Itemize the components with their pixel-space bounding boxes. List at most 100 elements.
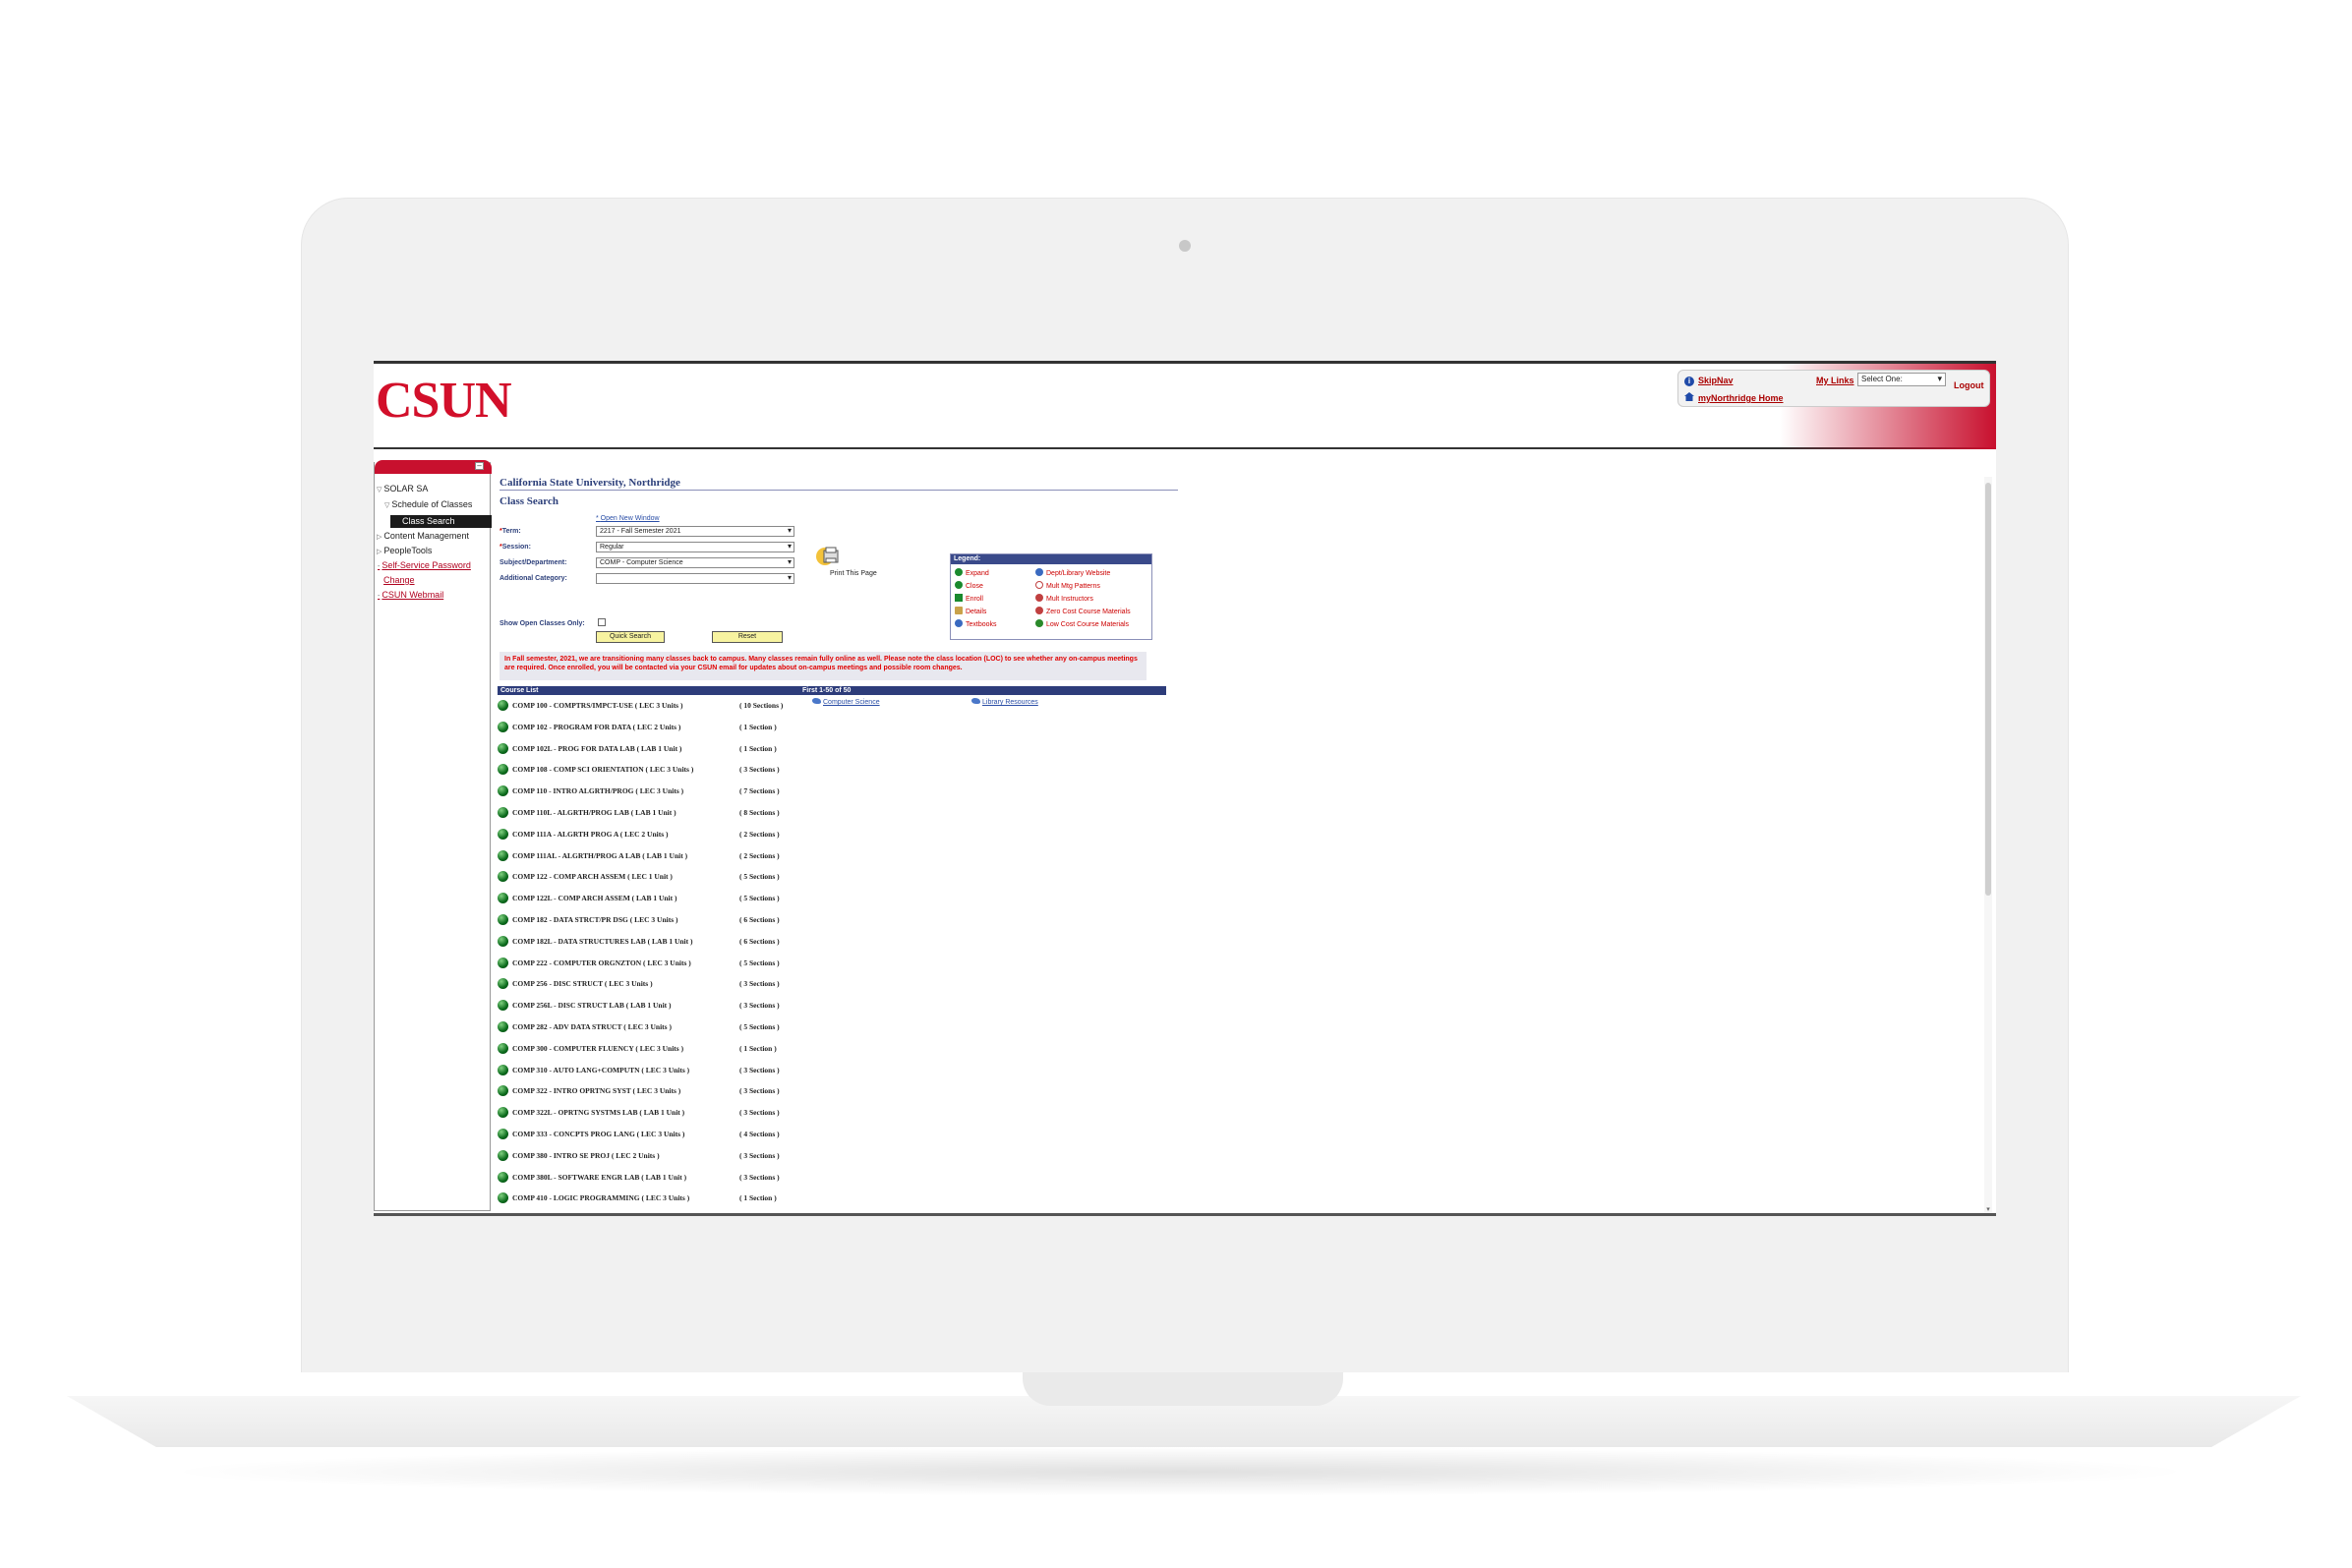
course-row[interactable]: COMP 100 - COMPTRS/IMPCT-USE ( LEC 3 Uni… [498, 698, 871, 712]
course-row[interactable]: COMP 222 - COMPUTER ORGNZTON ( LEC 3 Uni… [498, 956, 871, 969]
sidebar-item-solar-sa[interactable]: ▽ SOLAR SA [377, 484, 428, 494]
expand-icon[interactable] [498, 1149, 508, 1161]
term-label: *Term: [500, 528, 521, 535]
expand-icon[interactable] [498, 1021, 508, 1032]
course-row[interactable]: COMP 322 - INTRO OPRTNG SYST ( LEC 3 Uni… [498, 1083, 871, 1097]
scroll-thumb[interactable] [1985, 483, 1991, 896]
quick-search-button[interactable]: Quick Search [596, 631, 665, 643]
course-row[interactable]: COMP 182L - DATA STRUCTURES LAB ( LAB 1 … [498, 934, 871, 948]
expand-icon[interactable] [498, 764, 508, 776]
collapse-icon[interactable]: – [475, 462, 484, 470]
course-sections: ( 5 Sections ) [739, 1022, 780, 1031]
course-row[interactable]: COMP 108 - COMP SCI ORIENTATION ( LEC 3 … [498, 762, 871, 776]
course-sections: ( 3 Sections ) [739, 1172, 780, 1182]
expand-icon[interactable] [498, 1000, 508, 1012]
sidebar-item-schedule[interactable]: ▽ Schedule of Classes [384, 499, 472, 509]
csun-logo[interactable]: CSUN [376, 372, 512, 430]
print-icon[interactable] [816, 546, 844, 567]
expand-icon[interactable] [498, 721, 508, 732]
course-row[interactable]: COMP 111AL - ALGRTH/PROG A LAB ( LAB 1 U… [498, 848, 871, 862]
page-header: CSUN i SkipNav myNorthridge Home My Links… [374, 364, 1996, 449]
library-link-label: Library Resources [982, 699, 1038, 706]
expand-icon[interactable] [498, 1042, 508, 1054]
details-icon [955, 607, 963, 614]
legend-label: Low Cost Course Materials [1046, 621, 1130, 628]
course-row[interactable]: COMP 102L - PROG FOR DATA LAB ( LAB 1 Un… [498, 741, 871, 755]
textbooks-icon [955, 619, 963, 627]
expand-icon[interactable] [498, 935, 508, 947]
course-row[interactable]: COMP 182 - DATA STRCT/PR DSG ( LEC 3 Uni… [498, 912, 871, 926]
course-row[interactable]: COMP 256L - DISC STRUCT LAB ( LAB 1 Unit… [498, 998, 871, 1012]
expand-icon[interactable] [498, 1192, 508, 1204]
expand-icon[interactable] [498, 828, 508, 840]
course-row[interactable]: COMP 111A - ALGRTH PROG A ( LEC 2 Units … [498, 827, 871, 841]
my-links-select[interactable]: Select One: [1857, 373, 1946, 386]
course-row[interactable]: COMP 110L - ALGRTH/PROG LAB ( LAB 1 Unit… [498, 805, 871, 819]
open-new-window-link[interactable]: * Open New Window [596, 515, 660, 522]
course-row[interactable]: COMP 310 - AUTO LANG+COMPUTN ( LEC 3 Uni… [498, 1063, 871, 1076]
course-row[interactable]: COMP 424 - COMP SYSTM SECRTY ( LEC 3 Uni… [498, 1212, 871, 1216]
expand-icon[interactable] [498, 914, 508, 925]
course-row[interactable]: COMP 256 - DISC STRUCT ( LEC 3 Units ) ( … [498, 976, 871, 990]
course-row[interactable]: COMP 282 - ADV DATA STRUCT ( LEC 3 Units… [498, 1019, 871, 1033]
course-row[interactable]: COMP 122L - COMP ARCH ASSEM ( LAB 1 Unit… [498, 891, 871, 904]
sidebar-item-peopletools[interactable]: ▷ PeopleTools [377, 546, 432, 555]
expand-icon[interactable] [498, 1129, 508, 1139]
scroll-down-arrow[interactable]: ▾ [1984, 1205, 1992, 1213]
library-resources-link[interactable]: Library Resources [971, 698, 1038, 706]
course-row[interactable]: COMP 380L - SOFTWARE ENGR LAB ( LAB 1 Un… [498, 1170, 871, 1184]
course-sections: ( 3 Sections ) [739, 765, 780, 775]
course-row[interactable]: COMP 300 - COMPUTER FLUENCY ( LEC 3 Unit… [498, 1041, 871, 1055]
expand-icon[interactable] [498, 807, 508, 818]
session-select[interactable]: Regular [596, 542, 794, 552]
course-title: COMP 108 - COMP SCI ORIENTATION ( LEC 3 … [512, 765, 694, 775]
zero-cost-icon [1035, 607, 1043, 614]
course-title: COMP 310 - AUTO LANG+COMPUTN ( LEC 3 Uni… [512, 1065, 690, 1074]
sidebar-item-content-management[interactable]: ▷ Content Management [377, 531, 469, 541]
category-select[interactable] [596, 573, 794, 584]
course-row[interactable]: COMP 122 - COMP ARCH ASSEM ( LEC 1 Unit … [498, 869, 871, 883]
expand-icon[interactable] [498, 871, 508, 883]
legend-label: Expand [966, 570, 989, 577]
sidebar-link-password[interactable]: - Self-Service Password [378, 560, 471, 570]
logout-link[interactable]: Logout [1954, 380, 1984, 390]
expand-icon[interactable] [498, 742, 508, 754]
expand-icon[interactable] [498, 1171, 508, 1183]
term-select[interactable]: 2217 - Fall Semester 2021 [596, 526, 794, 537]
course-row[interactable]: COMP 102 - PROGRAM FOR DATA ( LEC 2 Unit… [498, 720, 871, 733]
legend-label: Close [966, 583, 983, 590]
expand-icon[interactable] [498, 700, 508, 711]
course-sections: ( 3 Sections ) [739, 1065, 780, 1074]
skipnav-link[interactable]: i SkipNav [1684, 376, 1734, 386]
course-sections: ( 5 Sections ) [739, 872, 780, 882]
expand-icon[interactable] [498, 978, 508, 990]
course-row[interactable]: COMP 322L - OPRTNG SYSTMS LAB ( LAB 1 Un… [498, 1105, 871, 1119]
sidebar-item-class-search[interactable]: Class Search [390, 515, 492, 528]
open-window-label: Open New Window [600, 515, 660, 522]
print-label[interactable]: Print This Page [830, 570, 877, 577]
course-sections: ( 3 Sections ) [739, 1001, 780, 1011]
expand-icon[interactable] [498, 1064, 508, 1075]
course-row[interactable]: COMP 110 - INTRO ALGRTH/PROG ( LEC 3 Uni… [498, 784, 871, 797]
sidebar-link-password-change[interactable]: Change [383, 575, 415, 585]
reset-button[interactable]: Reset [712, 631, 783, 643]
sidebar-link-webmail[interactable]: - CSUN Webmail [378, 590, 443, 600]
expand-icon[interactable] [498, 849, 508, 861]
expand-icon [955, 568, 963, 576]
expand-icon[interactable] [498, 957, 508, 968]
home-link[interactable]: myNorthridge Home [1684, 392, 1784, 403]
expand-icon[interactable] [498, 785, 508, 797]
expand-icon[interactable] [498, 893, 508, 904]
open-classes-checkbox[interactable] [598, 618, 606, 626]
course-title: COMP 102L - PROG FOR DATA LAB ( LAB 1 Un… [512, 743, 682, 753]
expand-icon[interactable] [498, 1107, 508, 1119]
expand-icon[interactable] [498, 1214, 508, 1216]
course-row[interactable]: COMP 333 - CONCPTS PROG LANG ( LEC 3 Uni… [498, 1127, 871, 1140]
expand-icon[interactable] [498, 1085, 508, 1097]
session-label-text: Session: [501, 544, 531, 551]
subject-select[interactable]: COMP - Computer Science [596, 557, 794, 568]
header-links-box: i SkipNav myNorthridge Home My Links Sele… [1677, 370, 1990, 407]
course-row[interactable]: COMP 380 - INTRO SE PROJ ( LEC 2 Units )… [498, 1148, 871, 1162]
vertical-scrollbar[interactable]: ▾ [1984, 477, 1992, 1213]
course-row[interactable]: COMP 410 - LOGIC PROGRAMMING ( LEC 3 Uni… [498, 1191, 871, 1204]
